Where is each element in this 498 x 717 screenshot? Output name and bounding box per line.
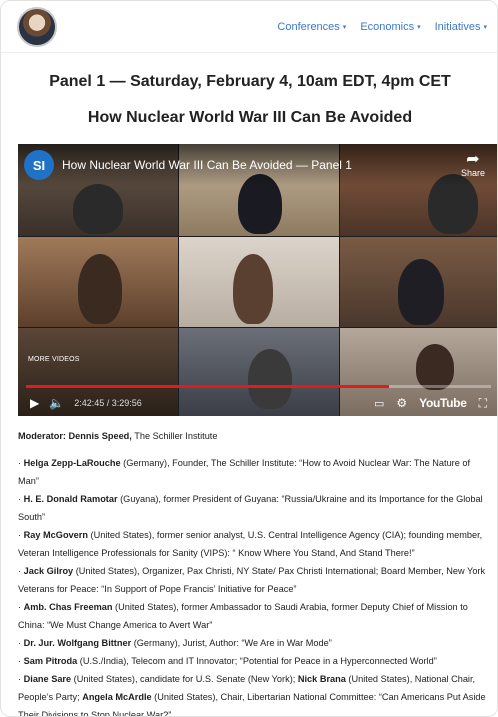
speaker-name: Helga Zepp-LaRouche — [23, 458, 121, 468]
moderator-org: The Schiller Institute — [131, 431, 218, 441]
participant — [78, 254, 122, 324]
chevron-down-icon: ▾ — [483, 23, 487, 31]
speaker-name: H. E. Donald Ramotar — [23, 494, 118, 504]
speaker-name: Nick Brana — [297, 674, 346, 684]
controls-right: ▭ ⚙ YouTube ⛶ — [374, 396, 487, 411]
nav-economics[interactable]: Economics ▾ — [360, 21, 420, 33]
speaker-item: · Dr. Jur. Wolfgang Bittner (Germany), J… — [18, 634, 490, 652]
speaker-detail: (United States), candidate for U.S. Sena… — [71, 674, 298, 684]
settings-icon[interactable]: ⚙ — [396, 396, 407, 410]
share-button[interactable]: ➦ Share — [460, 151, 485, 179]
channel-logo[interactable]: SI — [24, 150, 54, 180]
page-frame: Conferences ▾ Economics ▾ Initiatives ▾ … — [0, 0, 498, 717]
speaker-item: · Jack Gilroy (United States), Organizer… — [18, 562, 490, 598]
progress-bar[interactable] — [26, 385, 491, 388]
site-logo[interactable] — [17, 6, 57, 47]
participant — [416, 344, 454, 390]
speaker-name: Angela McArdle — [82, 692, 152, 702]
chevron-down-icon: ▾ — [342, 23, 347, 31]
captions-icon[interactable]: ▭ — [374, 397, 384, 410]
speaker-item: · Helga Zepp-LaRouche (Germany), Founder… — [18, 454, 490, 490]
progress-fill — [26, 385, 389, 388]
nav-conferences-label: Conferences — [277, 20, 340, 33]
speaker-name: Amb. Chas Freeman — [23, 602, 113, 612]
nav-initiatives-label: Initiatives — [434, 20, 481, 33]
participant — [398, 259, 444, 325]
speaker-detail: (Germany), Jurist, Author: “We Are in Wa… — [131, 638, 332, 648]
participant — [73, 184, 123, 234]
nav-conferences[interactable]: Conferences ▾ — [277, 21, 346, 33]
speaker-item: · Diane Sare (United States), candidate … — [18, 670, 490, 716]
moderator-name: Moderator: Dennis Speed, — [18, 431, 132, 441]
video-controls: ▶ 🔈 2:42:45 / 3:29:56 ▭ ⚙ YouTube ⛶ — [18, 390, 497, 416]
video-player[interactable]: SI How Nuclear World War III Can Be Avoi… — [18, 144, 497, 416]
speaker-detail: (United States), former senior analyst, … — [18, 530, 483, 558]
speaker-detail: (United States), Organizer, Pax Christi,… — [18, 566, 486, 594]
top-navbar: Conferences ▾ Economics ▾ Initiatives ▾ — [1, 1, 497, 53]
speaker-item: · H. E. Donald Ramotar (Guyana), former … — [18, 490, 490, 526]
play-icon[interactable]: ▶ — [30, 396, 39, 410]
video-title-bar: SI How Nuclear World War III Can Be Avoi… — [18, 144, 497, 186]
main-nav: Conferences ▾ Economics ▾ Initiatives ▾ — [277, 21, 487, 33]
more-videos-label[interactable]: MORE VIDEOS — [28, 356, 80, 363]
speaker-item: · Amb. Chas Freeman (United States), for… — [18, 598, 490, 634]
speaker-name: Ray McGovern — [23, 530, 88, 540]
youtube-logo[interactable]: YouTube — [419, 396, 467, 410]
share-label: Share — [460, 168, 485, 178]
speaker-name: Dr. Jur. Wolfgang Bittner — [23, 638, 132, 648]
fullscreen-icon[interactable]: ⛶ — [479, 396, 487, 411]
nav-economics-label: Economics — [360, 20, 415, 33]
moderator-line: Moderator: Dennis Speed, The Schiller In… — [18, 427, 490, 445]
speaker-item: · Sam Pitroda (U.S./India), Telecom and … — [18, 652, 490, 670]
video-title[interactable]: How Nuclear World War III Can Be Avoided… — [62, 158, 352, 172]
speaker-list: · Helga Zepp-LaRouche (Germany), Founder… — [18, 454, 490, 716]
time-display: 2:42:45 / 3:29:56 — [74, 398, 142, 408]
panel-title: How Nuclear World War III Can Be Avoided — [87, 109, 413, 126]
speaker-item: · Ray McGovern (United States), former s… — [18, 526, 490, 562]
nav-initiatives[interactable]: Initiatives ▾ — [435, 21, 487, 33]
panel-heading: Panel 1 — Saturday, February 4, 10am EDT… — [49, 73, 451, 90]
participant — [233, 254, 273, 324]
speaker-name: Jack Gilroy — [23, 566, 74, 576]
speaker-name: Sam Pitroda — [23, 656, 78, 666]
speaker-name: Diane Sare — [23, 674, 72, 684]
speaker-detail: (U.S./India), Telecom and IT Innovator; … — [77, 656, 437, 666]
speakers-section: Moderator: Dennis Speed, The Schiller In… — [18, 427, 490, 716]
chevron-down-icon: ▾ — [417, 23, 421, 31]
volume-icon[interactable]: 🔈 — [49, 396, 64, 410]
share-icon: ➦ — [466, 151, 480, 168]
